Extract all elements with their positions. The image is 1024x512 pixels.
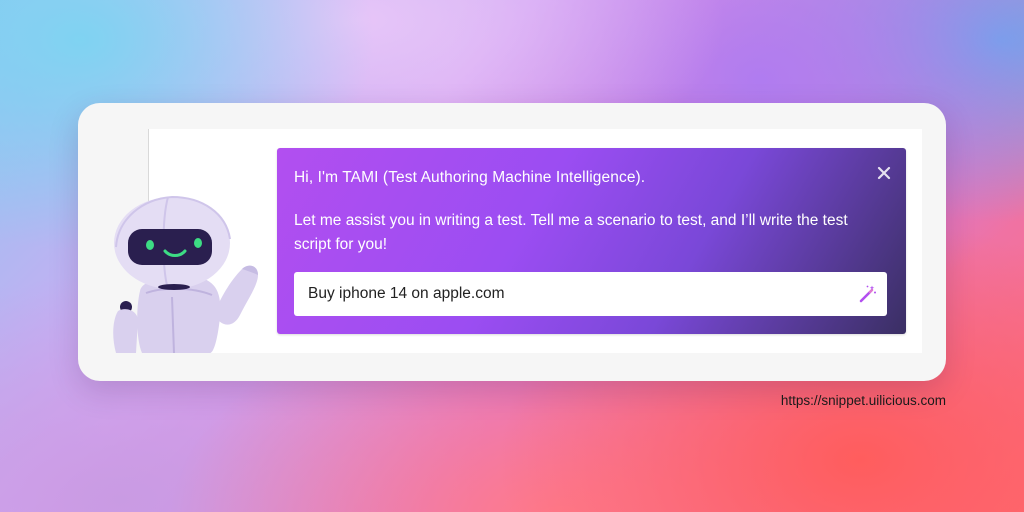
magic-wand-icon[interactable] — [857, 284, 877, 304]
scenario-input[interactable] — [294, 272, 868, 316]
dialog-message: Let me assist you in writing a test. Tel… — [294, 212, 848, 253]
tami-dialog: Hi, I'm TAMI (Test Authoring Machine Int… — [277, 148, 906, 334]
dialog-greeting: Hi, I'm TAMI (Test Authoring Machine Int… — [294, 169, 646, 186]
scenario-input-container — [294, 272, 887, 316]
source-url: https://snippet.uilicious.com — [780, 393, 946, 408]
close-icon[interactable] — [876, 165, 892, 181]
tami-widget-card: Hi, I'm TAMI (Test Authoring Machine Int… — [78, 103, 946, 381]
robot-mascot-icon — [113, 195, 258, 353]
